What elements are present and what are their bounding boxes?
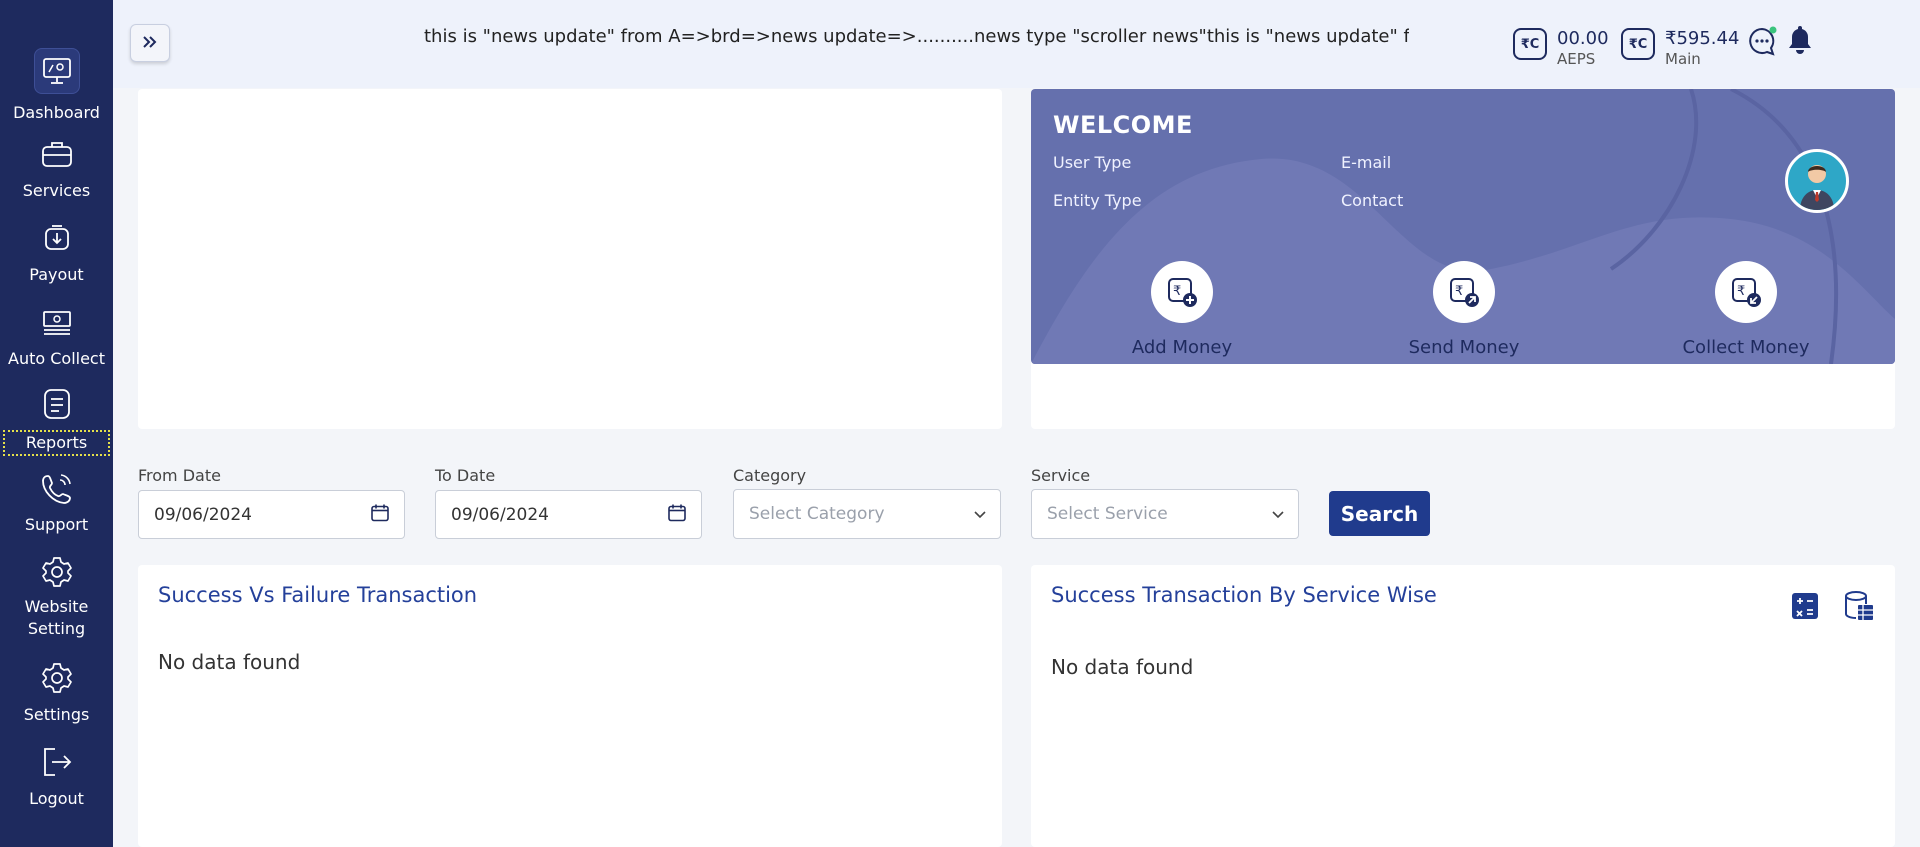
success-vs-failure-title: Success Vs Failure Transaction — [158, 583, 478, 607]
success-vs-failure-panel: Success Vs Failure Transaction No data f… — [138, 565, 1002, 847]
chevron-down-icon — [1272, 504, 1284, 524]
calendar-icon[interactable] — [667, 502, 687, 527]
user-type-label: User Type — [1053, 153, 1132, 172]
send-money-button[interactable]: ₹ Send Money — [1384, 261, 1544, 358]
svg-text:₹: ₹ — [1173, 284, 1181, 299]
service-placeholder: Select Service — [1047, 504, 1168, 524]
from-date-label: From Date — [138, 466, 221, 485]
news-ticker: this is "news update" from A=>brd=>news … — [424, 26, 1409, 47]
service-wise-title: Success Transaction By Service Wise — [1051, 583, 1437, 607]
contact-label: Contact — [1341, 191, 1404, 210]
sidebar-item-label: Reports — [3, 430, 110, 456]
to-date-value: 09/06/2024 — [451, 504, 549, 525]
no-data-message: No data found — [158, 650, 301, 674]
sidebar-item-reports[interactable]: Reports — [0, 386, 113, 456]
svg-text:₹: ₹ — [1455, 284, 1463, 299]
double-chevron-right-icon — [142, 34, 158, 53]
wallet-amount: 00.00 — [1557, 28, 1609, 49]
wallet-aeps[interactable]: ₹C 00.00 AEPS — [1513, 28, 1609, 68]
logout-icon — [39, 744, 75, 780]
sidebar-item-label: Services — [22, 181, 91, 200]
collect-money-icon: ₹ — [1715, 261, 1777, 323]
sidebar-item-settings[interactable]: Settings — [0, 660, 113, 726]
sidebar-item-services[interactable]: Services — [0, 136, 113, 202]
calculator-icon[interactable] — [1791, 592, 1819, 624]
wallet-label: Main — [1665, 50, 1701, 68]
sidebar-item-label: Auto Collect — [8, 349, 105, 368]
sidebar: Dashboard Services Payout Auto Collect R… — [0, 0, 113, 847]
briefcase-icon — [39, 136, 75, 172]
collect-money-label: Collect Money — [1682, 337, 1810, 358]
wallet-amount: ₹595.44 — [1665, 28, 1740, 49]
sidebar-item-label: Settings — [23, 705, 90, 724]
cash-icon — [39, 304, 75, 340]
email-label: E-mail — [1341, 153, 1392, 172]
to-date-input[interactable]: 09/06/2024 — [435, 490, 702, 539]
gear-icon — [39, 554, 75, 590]
no-data-message: No data found — [1051, 655, 1194, 679]
gear-icon — [39, 660, 75, 696]
sidebar-item-label: Dashboard — [13, 103, 100, 122]
sidebar-toggle-button[interactable] — [130, 24, 170, 62]
phone-icon — [39, 470, 75, 506]
service-label: Service — [1031, 466, 1091, 485]
chevron-down-icon — [974, 504, 986, 524]
payout-icon — [39, 220, 75, 256]
sidebar-item-logout[interactable]: Logout — [0, 744, 113, 810]
chat-icon[interactable] — [1747, 26, 1777, 60]
banner-panel — [138, 89, 1002, 429]
collect-money-button[interactable]: ₹ Collect Money — [1666, 261, 1826, 358]
add-money-button[interactable]: ₹ Add Money — [1102, 261, 1262, 358]
sidebar-item-dashboard[interactable]: Dashboard — [0, 48, 113, 124]
wallet-icon: ₹C — [1513, 28, 1547, 60]
dashboard-icon — [33, 48, 80, 94]
database-table-icon[interactable] — [1843, 590, 1875, 626]
category-select[interactable]: Select Category — [733, 489, 1001, 539]
send-money-label: Send Money — [1408, 337, 1520, 358]
wallet-label: AEPS — [1557, 50, 1596, 68]
from-date-value: 09/06/2024 — [154, 504, 252, 525]
service-select[interactable]: Select Service — [1031, 489, 1299, 539]
from-date-input[interactable]: 09/06/2024 — [138, 490, 405, 539]
category-placeholder: Select Category — [749, 504, 885, 524]
calendar-icon[interactable] — [370, 502, 390, 527]
add-money-label: Add Money — [1131, 337, 1233, 358]
sidebar-item-auto-collect[interactable]: Auto Collect — [0, 304, 113, 370]
welcome-title: WELCOME — [1053, 111, 1193, 139]
sidebar-item-label: Website Setting — [24, 597, 89, 638]
svg-text:₹: ₹ — [1737, 284, 1745, 299]
wallet-icon: ₹C — [1621, 28, 1655, 60]
search-button[interactable]: Search — [1329, 491, 1430, 536]
sidebar-item-support[interactable]: Support — [0, 470, 113, 536]
report-icon — [39, 386, 75, 422]
category-label: Category — [733, 466, 807, 485]
sidebar-item-payout[interactable]: Payout — [0, 220, 113, 286]
wallet-main[interactable]: ₹C ₹595.44 Main — [1621, 28, 1739, 68]
sidebar-item-label: Support — [24, 515, 89, 534]
avatar[interactable] — [1785, 149, 1849, 213]
service-wise-panel: Success Transaction By Service Wise No d… — [1031, 565, 1895, 847]
to-date-label: To Date — [435, 466, 496, 485]
welcome-card: WELCOME User Type Entity Type E-mail Con… — [1031, 89, 1895, 364]
sidebar-item-label: Logout — [29, 789, 84, 808]
sidebar-item-label: Payout — [29, 265, 84, 284]
bell-icon[interactable] — [1787, 24, 1813, 60]
add-money-icon: ₹ — [1151, 261, 1213, 323]
send-money-icon: ₹ — [1433, 261, 1495, 323]
sidebar-item-website-setting[interactable]: Website Setting — [0, 554, 113, 640]
entity-type-label: Entity Type — [1053, 191, 1142, 210]
